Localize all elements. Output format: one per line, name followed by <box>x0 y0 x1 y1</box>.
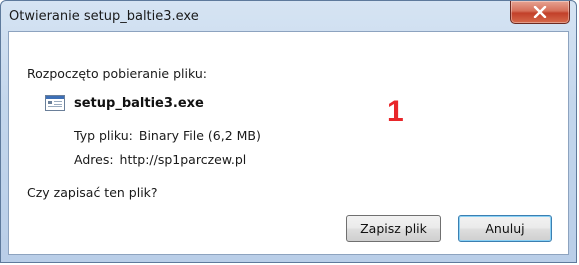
annotation-number: 1 <box>387 95 404 128</box>
save-file-button[interactable]: Zapisz plik <box>346 215 441 242</box>
title-bar[interactable]: Otwieranie setup_baltie3.exe <box>1 1 576 31</box>
window-title: Otwieranie setup_baltie3.exe <box>9 9 199 24</box>
address-label: Adres: <box>74 152 114 167</box>
file-type-value: Binary File (6,2 MB) <box>138 128 261 143</box>
address-value: http://sp1parczew.pl <box>119 152 247 167</box>
cancel-button[interactable]: Anuluj <box>458 215 552 242</box>
file-name: setup_baltie3.exe <box>74 96 204 111</box>
close-icon <box>533 6 547 18</box>
close-button[interactable] <box>510 1 570 24</box>
executable-file-icon <box>45 95 65 111</box>
save-question: Czy zapisać ten plik? <box>27 185 158 200</box>
file-type-label: Typ pliku: <box>74 128 133 143</box>
address-row: Adres: http://sp1parczew.pl <box>74 152 246 167</box>
download-intro-text: Rozpoczęto pobieranie pliku: <box>27 66 207 81</box>
file-type-row: Typ pliku: Binary File (6,2 MB) <box>74 128 261 143</box>
